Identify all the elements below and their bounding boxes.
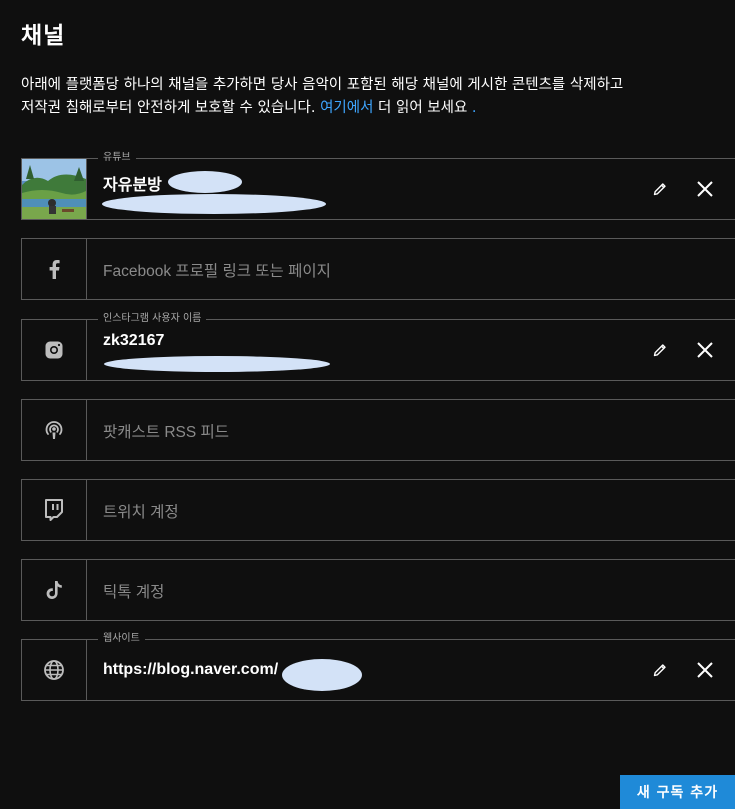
pencil-icon	[653, 183, 666, 196]
edit-button[interactable]	[649, 659, 671, 681]
facebook-icon	[49, 260, 60, 279]
twitch-icon-cell	[22, 480, 87, 540]
redaction-mask	[168, 171, 242, 193]
instagram-icon	[45, 341, 63, 359]
website-url: https://blog.naver.com/	[103, 661, 279, 678]
redaction-mask	[282, 659, 362, 691]
facebook-icon-cell	[22, 239, 87, 299]
tiktok-icon-cell	[22, 560, 87, 620]
youtube-legend: 유튜브	[98, 151, 136, 165]
remove-button[interactable]	[694, 178, 716, 200]
podcast-icon	[45, 421, 63, 439]
globe-icon-cell	[22, 640, 87, 700]
tiktok-input[interactable]: 틱톡 계정	[103, 580, 164, 602]
redaction-mask	[104, 356, 330, 372]
channels-description: 아래에 플랫폼당 하나의 채널을 추가하면 당사 음악이 포함된 해당 채널에 …	[21, 74, 735, 120]
channels-page: 채널 아래에 플랫폼당 하나의 채널을 추가하면 당사 음악이 포함된 해당 채…	[0, 0, 735, 809]
instagram-channel-row: 인스타그램 사용자 이름 zk32167	[21, 312, 735, 381]
description-dot: .	[467, 100, 477, 116]
podcast-icon-cell	[22, 400, 87, 460]
close-icon	[697, 342, 713, 358]
globe-icon	[44, 660, 64, 680]
facebook-channel-row[interactable]: Facebook 프로필 링크 또는 페이지	[21, 238, 735, 300]
instagram-icon-cell	[22, 320, 87, 380]
close-icon	[697, 181, 713, 197]
read-more-link[interactable]: 여기에서	[320, 100, 373, 116]
youtube-channel-row: 유튜브 자유분방	[21, 151, 735, 220]
twitch-channel-row[interactable]: 트위치 계정	[21, 479, 735, 541]
edit-button[interactable]	[649, 178, 671, 200]
redaction-mask	[102, 194, 326, 214]
website-legend: 웹사이트	[98, 632, 145, 646]
youtube-thumbnail	[22, 159, 87, 219]
description-text-end: 더 읽어 보세요	[373, 100, 468, 116]
facebook-input[interactable]: Facebook 프로필 링크 또는 페이지	[103, 259, 331, 281]
pencil-icon	[653, 344, 666, 357]
tiktok-icon	[46, 581, 62, 599]
twitch-input[interactable]: 트위치 계정	[103, 500, 179, 522]
close-icon	[697, 662, 713, 678]
page-title: 채널	[21, 23, 66, 49]
description-text: 저작권 침해로부터 안전하게 보호할 수 있습니다.	[21, 100, 321, 116]
remove-button[interactable]	[694, 659, 716, 681]
podcast-channel-row[interactable]: 팟캐스트 RSS 피드	[21, 399, 735, 461]
website-channel-row: 웹사이트 https://blog.naver.com/	[21, 632, 735, 701]
youtube-channel-name: 자유분방	[103, 177, 162, 194]
pencil-icon	[653, 664, 666, 677]
edit-button[interactable]	[649, 339, 671, 361]
twitch-icon	[45, 499, 63, 521]
remove-button[interactable]	[694, 339, 716, 361]
description-line-1: 아래에 플랫폼당 하나의 채널을 추가하면 당사 음악이 포함된 해당 채널에 …	[21, 77, 624, 93]
description-line-2: 저작권 침해로부터 안전하게 보호할 수 있습니다. 여기에서 더 읽어 보세요…	[21, 97, 735, 120]
podcast-input[interactable]: 팟캐스트 RSS 피드	[103, 420, 229, 442]
instagram-legend: 인스타그램 사용자 이름	[98, 312, 207, 326]
tiktok-channel-row[interactable]: 틱톡 계정	[21, 559, 735, 621]
instagram-username: zk32167	[103, 332, 165, 349]
add-subscription-button[interactable]: 새 구독 추가	[620, 775, 735, 809]
